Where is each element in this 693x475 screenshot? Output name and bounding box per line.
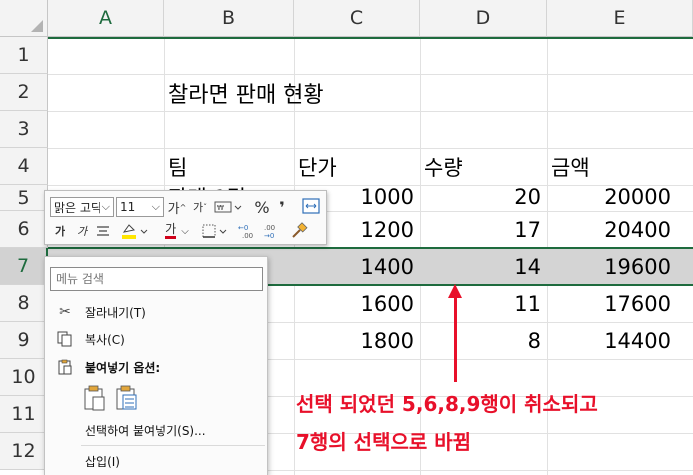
menu-item-paste-options: 붙여넣기 옵션:	[45, 354, 267, 380]
cell-c9[interactable]: 1800	[294, 322, 414, 359]
grow-font-button[interactable]: 가 ^	[168, 197, 187, 217]
row-header-12[interactable]: 12	[0, 433, 48, 470]
font-name-value: 맑은 고딕	[54, 200, 100, 215]
borders-icon	[202, 224, 227, 238]
shrink-font-button[interactable]: 가ˇ	[191, 197, 209, 217]
cell-d9[interactable]: 8	[420, 322, 541, 359]
decrease-decimal-icon: .00 →0	[264, 224, 275, 239]
menu-item-insert[interactable]: 삽입(I)	[45, 448, 267, 474]
percent-button[interactable]: %	[253, 197, 271, 217]
cell-e7[interactable]: 19600	[547, 248, 671, 285]
bold-button[interactable]: 가	[53, 222, 67, 240]
column-header-e[interactable]: E	[547, 0, 693, 37]
paste-values-icon	[116, 385, 137, 410]
chevron-down-icon: ⌵	[151, 200, 160, 213]
cell-e5[interactable]: 20000	[547, 178, 671, 215]
row-header-2[interactable]: 2	[0, 74, 48, 111]
cell-e6[interactable]: 20400	[547, 211, 671, 248]
increase-decimal-button[interactable]: ←0 .00	[237, 222, 259, 240]
merge-center-icon	[302, 198, 320, 214]
context-menu: ✂ 잘라내기(T) 복사(C) 붙여넣기 옵션:	[44, 256, 268, 475]
cell-d6[interactable]: 17	[420, 211, 541, 248]
row-header-11[interactable]: 11	[0, 396, 48, 433]
cell-c8[interactable]: 1600	[294, 285, 414, 322]
cell-d7[interactable]: 14	[420, 248, 541, 285]
align-center-icon	[97, 226, 109, 236]
comma-style-button[interactable]: ❜	[275, 197, 289, 217]
row-header-5[interactable]: 5	[0, 185, 48, 211]
scissors-icon: ✂	[59, 304, 71, 320]
cell-c7[interactable]: 1400	[294, 248, 414, 285]
increase-decimal-icon: ←0 .00	[238, 224, 253, 239]
row-header-6[interactable]: 6	[0, 211, 48, 248]
accounting-format-button[interactable]: ₩	[213, 197, 245, 217]
svg-text:←0: ←0	[238, 224, 248, 232]
cell-e8[interactable]: 17600	[547, 285, 671, 322]
paste-icon	[84, 385, 105, 411]
spreadsheet: A B C D E 1 2 3 4 5 6 7 8 9 10 11 12 찰라면…	[0, 0, 693, 475]
format-painter-button[interactable]	[289, 221, 309, 241]
italic-button[interactable]: 가	[75, 222, 89, 240]
format-painter-icon	[292, 222, 308, 238]
svg-text:.00: .00	[264, 224, 275, 232]
row-header-9[interactable]: 9	[0, 322, 48, 359]
menu-item-cut[interactable]: ✂ 잘라내기(T)	[45, 299, 267, 325]
accounting-format-icon: ₩	[214, 201, 242, 213]
cell-d8[interactable]: 11	[420, 285, 541, 322]
align-center-button[interactable]	[95, 222, 111, 240]
annotation-line-2: 7행의 선택으로 바뀜	[296, 430, 472, 454]
row-header-1[interactable]: 1	[0, 37, 48, 74]
row-header-7[interactable]: 7	[0, 248, 48, 285]
column-header-d[interactable]: D	[420, 0, 547, 37]
cell-b2-title[interactable]: 찰라면 판매 현황	[168, 74, 324, 111]
annotation-line-1: 선택 되었던 5,6,8,9행이 취소되고	[296, 392, 598, 416]
menu-search-input[interactable]	[50, 267, 263, 291]
font-name-box[interactable]: 맑은 고딕 ⌵	[50, 197, 114, 217]
svg-text:.00: .00	[242, 232, 253, 239]
mini-toolbar: 맑은 고딕 ⌵ 11 ⌵ 가 ^ 가ˇ ₩ % ❜ 가 가 가 ⌵ ←0 .00…	[44, 190, 327, 245]
fill-color-button[interactable]	[119, 221, 151, 241]
paste-values-button[interactable]	[115, 385, 139, 411]
column-header-c[interactable]: C	[294, 0, 420, 37]
cell-d5[interactable]: 20	[420, 178, 541, 215]
svg-text:₩: ₩	[217, 204, 224, 212]
clipboard-icon	[45, 359, 85, 375]
annotation-arrow-shaft	[454, 296, 457, 382]
decrease-decimal-button[interactable]: .00 →0	[261, 222, 283, 240]
chevron-down-icon: ⌵	[101, 200, 110, 213]
copy-icon	[45, 331, 85, 347]
select-all-corner[interactable]	[0, 0, 48, 37]
font-color-button[interactable]: 가 ⌵	[161, 221, 193, 241]
font-size-value: 11	[120, 200, 136, 214]
row-header-8[interactable]: 8	[0, 285, 48, 322]
row-header-10[interactable]: 10	[0, 359, 48, 396]
borders-button[interactable]	[201, 221, 231, 241]
cell-e9[interactable]: 14400	[547, 322, 671, 359]
svg-text:→0: →0	[264, 232, 274, 239]
font-size-box[interactable]: 11 ⌵	[116, 197, 164, 217]
merge-center-button[interactable]	[301, 196, 321, 216]
row-header-4[interactable]: 4	[0, 148, 48, 185]
row-header-3[interactable]: 3	[0, 111, 48, 148]
column-header-b[interactable]: B	[164, 0, 294, 37]
menu-item-copy[interactable]: 복사(C)	[45, 326, 267, 352]
fill-color-icon	[122, 224, 148, 239]
menu-item-paste-special[interactable]: 선택하여 붙여넣기(S)...	[45, 417, 267, 443]
column-header-a[interactable]: A	[48, 0, 164, 37]
paste-button[interactable]	[83, 385, 107, 411]
